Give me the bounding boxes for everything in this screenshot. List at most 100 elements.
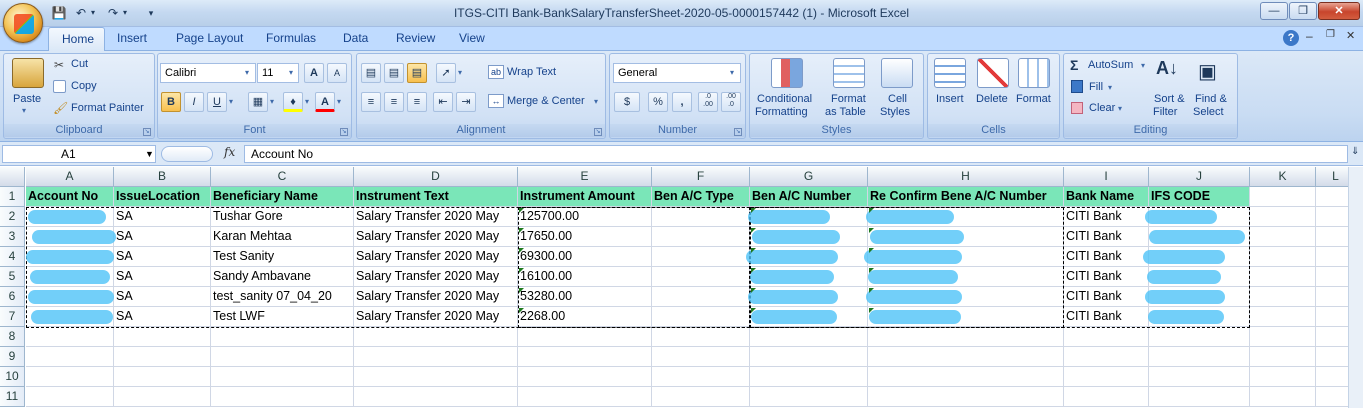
header-cell[interactable]: Instrument Text [354, 187, 518, 207]
paste-label[interactable]: Paste [13, 93, 41, 105]
empty-cell[interactable] [750, 347, 868, 367]
row-header-4[interactable]: 4 [0, 247, 25, 267]
find-select-label-2[interactable]: Select [1193, 106, 1224, 118]
data-cell[interactable]: CITI Bank [1064, 227, 1149, 247]
number-format-dropdown-icon[interactable]: ▾ [730, 68, 734, 77]
merge-center-button[interactable]: Merge & Center [507, 95, 585, 107]
empty-cell[interactable] [114, 387, 211, 407]
column-header-e[interactable]: E [518, 167, 652, 187]
formula-input[interactable]: Account No [244, 145, 1348, 163]
empty-cell[interactable] [1250, 207, 1316, 227]
clipboard-launcher-icon[interactable]: ↘ [143, 128, 151, 136]
data-cell[interactable]: test_sanity 07_04_20 [211, 287, 354, 307]
select-all-corner[interactable] [0, 167, 25, 187]
column-header-f[interactable]: F [652, 167, 750, 187]
merge-center-icon[interactable]: ↔ [488, 94, 504, 108]
data-cell[interactable]: CITI Bank [1064, 207, 1149, 227]
empty-cell[interactable] [868, 347, 1064, 367]
copy-button[interactable]: Copy [71, 80, 97, 92]
format-painter-button[interactable]: Format Painter [71, 102, 144, 114]
data-cell[interactable]: Salary Transfer 2020 May [354, 287, 518, 307]
data-cell[interactable]: SA [114, 227, 211, 247]
eraser-icon[interactable] [1071, 102, 1083, 114]
conditional-formatting-icon[interactable] [771, 58, 803, 88]
header-cell[interactable]: Instrument Amount [518, 187, 652, 207]
data-cell[interactable] [652, 307, 750, 327]
empty-cell[interactable] [211, 327, 354, 347]
cut-icon[interactable]: ✂ [54, 58, 64, 72]
empty-cell[interactable] [518, 327, 652, 347]
empty-cell[interactable] [114, 347, 211, 367]
data-cell[interactable]: SA [114, 287, 211, 307]
empty-cell[interactable] [1250, 247, 1316, 267]
data-cell[interactable]: SA [114, 207, 211, 227]
decrease-indent-icon[interactable]: ⇤ [433, 92, 453, 112]
data-cell[interactable]: 125700.00 [518, 207, 652, 227]
data-cell[interactable]: Salary Transfer 2020 May [354, 207, 518, 227]
wrap-text-button[interactable]: Wrap Text [507, 66, 556, 78]
grow-font-button[interactable]: A [304, 63, 324, 83]
empty-cell[interactable] [1064, 327, 1149, 347]
copy-icon[interactable] [53, 80, 66, 93]
empty-cell[interactable] [868, 367, 1064, 387]
data-cell[interactable]: Test LWF [211, 307, 354, 327]
name-box[interactable]: A1 [2, 145, 156, 163]
empty-cell[interactable] [26, 387, 114, 407]
data-cell[interactable]: CITI Bank [1064, 307, 1149, 327]
data-cell[interactable]: Salary Transfer 2020 May [354, 247, 518, 267]
header-cell[interactable]: Re Confirm Bene A/C Number [868, 187, 1064, 207]
vertical-scrollbar[interactable] [1348, 167, 1363, 408]
header-cell[interactable]: Bank Name [1064, 187, 1149, 207]
column-header-a[interactable]: A [26, 167, 114, 187]
empty-cell[interactable] [1149, 367, 1250, 387]
delete-cells-icon[interactable] [977, 58, 1009, 88]
empty-cell[interactable] [652, 347, 750, 367]
empty-cell[interactable] [211, 347, 354, 367]
column-header-g[interactable]: G [750, 167, 868, 187]
column-header-j[interactable]: J [1149, 167, 1250, 187]
underline-button[interactable]: U [207, 92, 227, 112]
formula-bar-splitter[interactable] [161, 146, 213, 162]
number-format-select[interactable]: General [613, 63, 741, 83]
empty-cell[interactable] [1064, 347, 1149, 367]
font-size-dropdown-icon[interactable]: ▾ [289, 68, 293, 77]
column-header-h[interactable]: H [868, 167, 1064, 187]
insert-function-icon[interactable]: fx [224, 145, 235, 159]
empty-cell[interactable] [1250, 387, 1316, 407]
cell-styles-icon[interactable] [881, 58, 913, 88]
customize-qat-icon[interactable]: ▾ [146, 5, 156, 21]
tab-formulas[interactable]: Formulas [253, 27, 329, 50]
fill-color-dropdown-icon[interactable]: ▾ [305, 97, 309, 106]
empty-cell[interactable] [1250, 227, 1316, 247]
data-cell[interactable]: Salary Transfer 2020 May [354, 307, 518, 327]
header-cell[interactable]: Ben A/C Number [750, 187, 868, 207]
increase-decimal-button[interactable]: .0 .00 [698, 92, 718, 112]
empty-cell[interactable] [1064, 387, 1149, 407]
empty-cell[interactable] [26, 367, 114, 387]
conditional-formatting-label-2[interactable]: Formatting [755, 106, 808, 118]
align-middle-icon[interactable]: ▤ [384, 63, 404, 83]
data-cell[interactable]: 53280.00 [518, 287, 652, 307]
format-as-table-icon[interactable] [833, 58, 865, 88]
empty-cell[interactable] [750, 387, 868, 407]
font-color-dropdown-icon[interactable]: ▾ [337, 97, 341, 106]
fill-button[interactable]: Fill [1089, 81, 1103, 93]
borders-button[interactable]: ▦ [248, 92, 268, 112]
empty-cell[interactable] [114, 367, 211, 387]
format-as-table-label-1[interactable]: Format [831, 93, 866, 105]
ribbon-close-icon[interactable]: ✕ [1346, 29, 1355, 42]
data-cell[interactable]: SA [114, 247, 211, 267]
data-cell[interactable] [652, 247, 750, 267]
empty-cell[interactable] [1250, 267, 1316, 287]
align-right-icon[interactable]: ≡ [407, 92, 427, 112]
column-header-i[interactable]: I [1064, 167, 1149, 187]
find-select-label-1[interactable]: Find & [1195, 93, 1227, 105]
redo-dropdown-icon[interactable]: ▾ [120, 5, 130, 21]
italic-button[interactable]: I [184, 92, 204, 112]
data-cell[interactable]: Test Sanity [211, 247, 354, 267]
maximize-button[interactable]: ❐ [1289, 2, 1317, 20]
name-box-dropdown-icon[interactable]: ▼ [145, 149, 154, 159]
row-header-8[interactable]: 8 [0, 327, 25, 347]
empty-cell[interactable] [750, 367, 868, 387]
bold-button[interactable]: B [161, 92, 181, 112]
